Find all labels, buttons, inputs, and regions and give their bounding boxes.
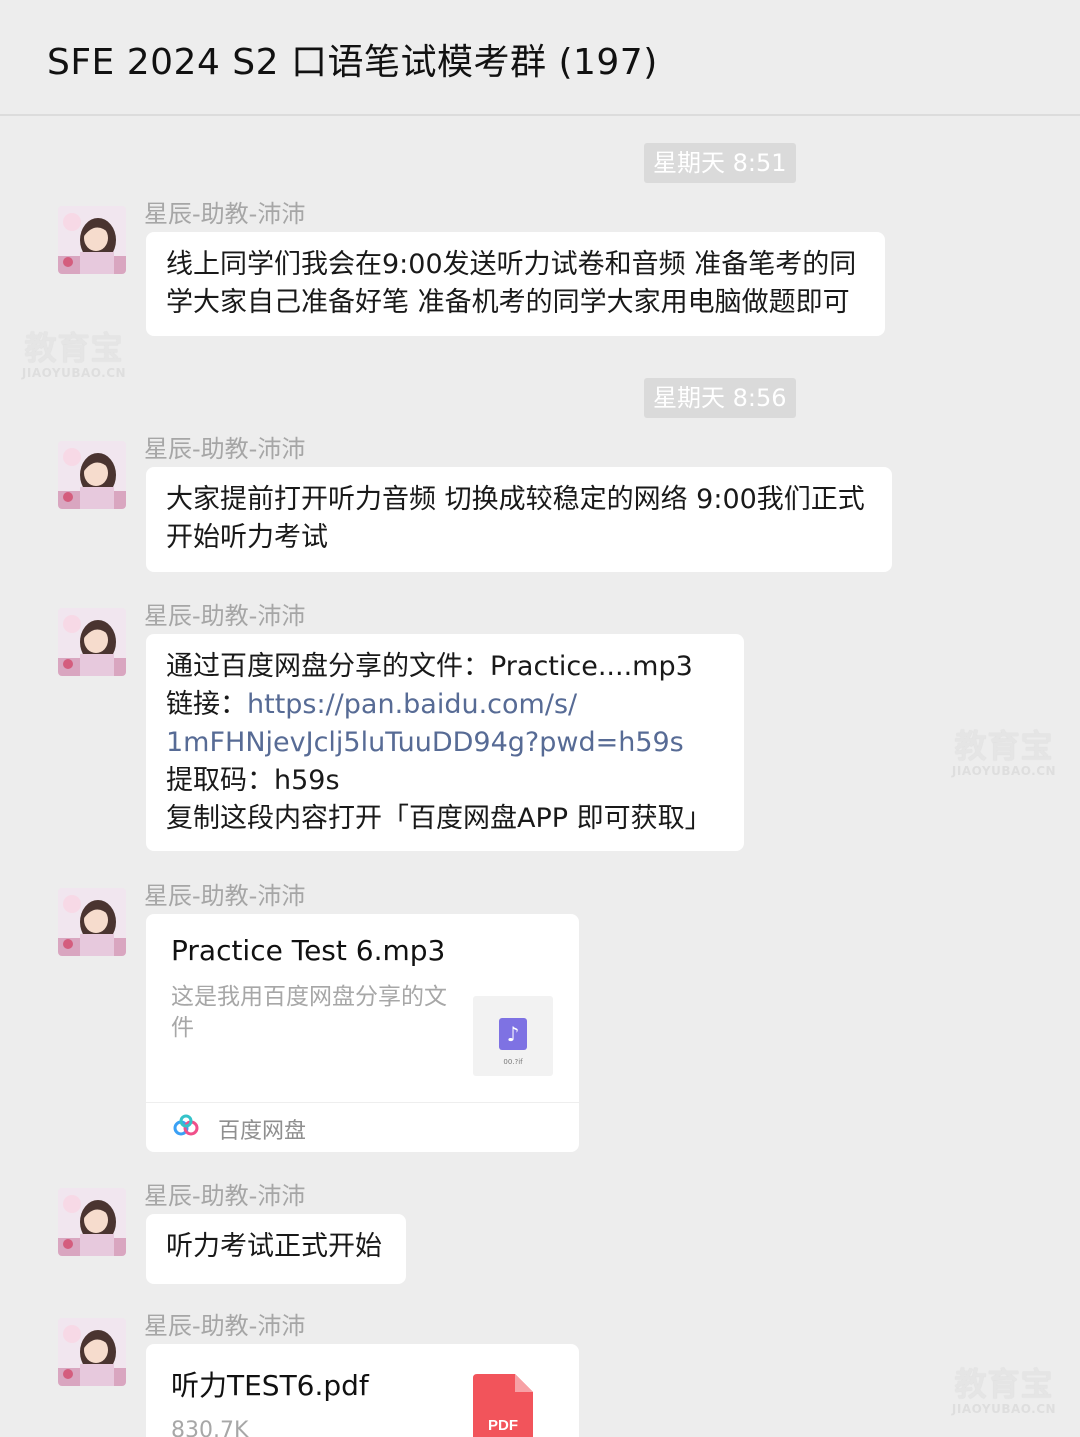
card-source: 百度网盘	[218, 1119, 307, 1144]
file-card[interactable]: 听力TEST6.pdf 830.7K PDF	[146, 1344, 579, 1437]
watermark-text: 教育宝	[24, 329, 124, 367]
message-text: 线上同学们我会在9:00发送听力试卷和音频 准备笔考的同	[166, 249, 857, 280]
watermark-text: 教育宝	[954, 727, 1054, 765]
message-text: 听力考试正式开始	[166, 1231, 382, 1262]
chat-title[interactable]: SFE 2024 S2 口语笔试模考群 (197)	[47, 33, 658, 85]
sender-name: 星辰-助教-沛沛	[144, 1182, 306, 1210]
message-text: 学大家自己准备好笔 准备机考的同学大家用电脑做题即可	[166, 287, 850, 318]
sender-name: 星辰-助教-沛沛	[144, 200, 306, 228]
avatar[interactable]	[58, 206, 126, 274]
baidu-netdisk-icon	[172, 1113, 200, 1145]
avatar[interactable]	[58, 1318, 126, 1386]
sender-name: 星辰-助教-沛沛	[144, 1312, 306, 1340]
timestamp-chip: 星期天 8:51	[644, 143, 796, 183]
share-link[interactable]: https://pan.baidu.com/s/	[247, 689, 577, 720]
watermark-logo: 教育宝 JIAOYUBAO.CN	[18, 330, 130, 380]
link-prefix: 链接：	[166, 689, 247, 720]
pdf-file-icon: PDF	[473, 1374, 533, 1437]
sender-name: 星辰-助教-沛沛	[144, 435, 306, 463]
sender-name: 星辰-助教-沛沛	[144, 602, 306, 630]
card-title: Practice Test 6.mp3	[171, 934, 446, 967]
watermark-logo: 教育宝 JIAOYUBAO.CN	[948, 1366, 1060, 1416]
share-link-bubble[interactable]: 通过百度网盘分享的文件：Practice....mp3 链接：https://p…	[146, 634, 744, 851]
share-link[interactable]: 1mFHNjevJclj5luTuuDD94g?pwd=h59s	[166, 724, 724, 762]
extraction-code: 提取码：h59s	[166, 765, 340, 796]
card-description: 这是我用百度网盘分享的文件	[171, 984, 447, 1041]
share-link-line: 链接：https://pan.baidu.com/s/	[166, 686, 724, 724]
sender-name: 星辰-助教-沛沛	[144, 882, 306, 910]
avatar[interactable]	[58, 441, 126, 509]
message-bubble[interactable]: 大家提前打开听力音频 切换成较稳定的网络 9:00我们正式 开始听力考试	[146, 467, 892, 572]
watermark-subtext: JIAOYUBAO.CN	[951, 1402, 1057, 1416]
file-size: 830.7K	[171, 1418, 249, 1437]
avatar[interactable]	[58, 608, 126, 676]
message-text: 开始听力考试	[166, 522, 328, 553]
share-file-text: 通过百度网盘分享的文件：Practice....mp3	[166, 651, 693, 682]
chat-header: SFE 2024 S2 口语笔试模考群 (197)	[0, 0, 1080, 116]
audio-thumbnail: ♪ 00.?if	[473, 996, 553, 1076]
message-text: 大家提前打开听力音频 切换成较稳定的网络 9:00我们正式	[166, 484, 865, 515]
card-footer: 百度网盘	[146, 1102, 579, 1152]
watermark-subtext: JIAOYUBAO.CN	[21, 366, 127, 380]
copy-instruction: 复制这段内容打开「百度网盘APP 即可获取」	[166, 803, 712, 834]
timestamp-chip: 星期天 8:56	[644, 378, 796, 418]
music-note-icon: ♪	[499, 1018, 527, 1050]
avatar[interactable]	[58, 888, 126, 956]
message-bubble[interactable]: 线上同学们我会在9:00发送听力试卷和音频 准备笔考的同 学大家自己准备好笔 准…	[146, 232, 885, 336]
avatar[interactable]	[58, 1188, 126, 1256]
watermark-subtext: JIAOYUBAO.CN	[951, 764, 1057, 778]
thumbnail-caption: 00.?if	[503, 1058, 523, 1066]
watermark-logo: 教育宝 JIAOYUBAO.CN	[948, 728, 1060, 778]
watermark-text: 教育宝	[954, 1365, 1054, 1403]
message-bubble[interactable]: 听力考试正式开始	[146, 1214, 406, 1284]
file-name: 听力TEST6.pdf	[171, 1369, 369, 1402]
shared-file-card[interactable]: Practice Test 6.mp3 这是我用百度网盘分享的文件 ♪ 00.?…	[146, 914, 579, 1152]
pdf-label: PDF	[488, 1417, 518, 1434]
